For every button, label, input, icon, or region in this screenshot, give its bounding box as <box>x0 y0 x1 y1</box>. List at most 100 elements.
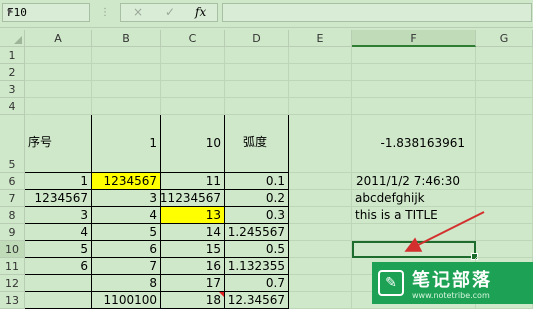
cell-E12[interactable] <box>289 275 352 292</box>
cell-A2[interactable] <box>25 64 92 81</box>
cell-G2[interactable] <box>476 64 533 81</box>
cell-C3[interactable] <box>161 81 225 98</box>
cell-F5[interactable]: -1.838163961 <box>352 115 476 173</box>
cell-B5[interactable]: 1 <box>92 115 161 173</box>
cell-F10[interactable] <box>352 241 478 260</box>
cell-A13[interactable] <box>25 292 92 309</box>
cell-B2[interactable] <box>92 64 161 81</box>
row-header-5[interactable]: 5 <box>0 115 25 173</box>
formula-input[interactable] <box>222 3 532 22</box>
cell-E9[interactable] <box>289 224 352 241</box>
cell-D8[interactable]: 0.3 <box>225 207 289 224</box>
cell-D7[interactable]: 0.2 <box>225 190 289 207</box>
row-header-2[interactable]: 2 <box>0 64 25 81</box>
cell-E6[interactable] <box>289 173 352 190</box>
cell-D9[interactable]: 1.245567 <box>225 224 289 241</box>
cell-G4[interactable] <box>476 98 533 115</box>
row-header-10[interactable]: 10 <box>0 241 25 258</box>
row-header-13[interactable]: 13 <box>0 292 25 309</box>
cell-C13[interactable]: 18 <box>161 292 225 309</box>
row-header-8[interactable]: 8 <box>0 207 25 224</box>
cell-A7[interactable]: 1234567 <box>25 190 92 207</box>
cell-F2[interactable] <box>352 64 476 81</box>
cell-F8[interactable]: this is a TITLE <box>352 207 476 224</box>
cell-E8[interactable] <box>289 207 352 224</box>
column-header-A[interactable]: A <box>25 30 92 47</box>
cell-B4[interactable] <box>92 98 161 115</box>
cell-F7[interactable]: abcdefghijk <box>352 190 476 207</box>
cell-A4[interactable] <box>25 98 92 115</box>
cell-B11[interactable]: 7 <box>92 258 161 275</box>
cancel-icon[interactable]: × <box>133 5 143 19</box>
cell-E1[interactable] <box>289 47 352 64</box>
chevron-down-icon[interactable]: ▼ <box>7 7 86 16</box>
cell-B8[interactable]: 4 <box>92 207 161 224</box>
cell-A12[interactable] <box>25 275 92 292</box>
cell-B3[interactable] <box>92 81 161 98</box>
cell-B10[interactable]: 6 <box>92 241 161 258</box>
cell-A10[interactable]: 5 <box>25 241 92 258</box>
column-header-G[interactable]: G <box>476 30 533 47</box>
cell-D5[interactable]: 弧度 <box>225 115 289 173</box>
cell-A9[interactable]: 4 <box>25 224 92 241</box>
cell-A1[interactable] <box>25 47 92 64</box>
cell-C1[interactable] <box>161 47 225 64</box>
row-header-6[interactable]: 6 <box>0 173 25 190</box>
cell-E7[interactable] <box>289 190 352 207</box>
cell-C7[interactable]: 11234567 <box>160 190 225 207</box>
cell-E3[interactable] <box>289 81 352 98</box>
row-header-11[interactable]: 11 <box>0 258 25 275</box>
cell-E2[interactable] <box>289 64 352 81</box>
cell-B9[interactable]: 5 <box>92 224 161 241</box>
cell-D6[interactable]: 0.1 <box>225 173 289 190</box>
select-all-corner[interactable] <box>0 30 25 47</box>
name-box[interactable]: F10 ▼ <box>2 3 90 22</box>
cell-C10[interactable]: 15 <box>161 241 225 258</box>
cell-D3[interactable] <box>225 81 289 98</box>
cell-B12[interactable]: 8 <box>92 275 161 292</box>
row-header-1[interactable]: 1 <box>0 47 25 64</box>
cell-G6[interactable] <box>476 173 533 190</box>
cell-D11[interactable]: 1.132355 <box>225 258 289 275</box>
cell-C6[interactable]: 11 <box>161 173 225 190</box>
column-header-D[interactable]: D <box>225 30 289 47</box>
cell-A6[interactable]: 1 <box>25 173 92 190</box>
cell-C9[interactable]: 14 <box>161 224 225 241</box>
cell-A8[interactable]: 3 <box>25 207 92 224</box>
cell-B7[interactable]: 3 <box>92 190 161 207</box>
cell-F3[interactable] <box>352 81 476 98</box>
cell-E10[interactable] <box>289 241 352 258</box>
cell-C12[interactable]: 17 <box>161 275 225 292</box>
cell-B6[interactable]: 1234567 <box>92 173 161 190</box>
insert-function-icon[interactable]: fx <box>195 5 206 19</box>
column-header-E[interactable]: E <box>289 30 352 47</box>
row-header-7[interactable]: 7 <box>0 190 25 207</box>
column-header-F[interactable]: F <box>352 30 476 47</box>
cell-C4[interactable] <box>161 98 225 115</box>
cell-D13[interactable]: 12.34567 <box>225 292 289 309</box>
cell-D4[interactable] <box>225 98 289 115</box>
cell-A3[interactable] <box>25 81 92 98</box>
cell-G1[interactable] <box>476 47 533 64</box>
cell-G5[interactable] <box>476 115 533 173</box>
cell-E4[interactable] <box>289 98 352 115</box>
cell-B13[interactable]: 1100100 <box>92 292 161 309</box>
row-header-4[interactable]: 4 <box>0 98 25 115</box>
cell-G7[interactable] <box>476 190 533 207</box>
row-header-9[interactable]: 9 <box>0 224 25 241</box>
cell-F6[interactable]: 2011/1/2 7:46:30 <box>352 173 476 190</box>
cell-G8[interactable] <box>476 207 533 224</box>
cell-C5[interactable]: 10 <box>161 115 225 173</box>
column-header-C[interactable]: C <box>161 30 225 47</box>
cell-B1[interactable] <box>92 47 161 64</box>
cell-E5[interactable] <box>289 115 352 173</box>
cell-D12[interactable]: 0.7 <box>225 275 289 292</box>
column-header-B[interactable]: B <box>92 30 161 47</box>
cell-F1[interactable] <box>352 47 476 64</box>
cell-E11[interactable] <box>289 258 352 275</box>
cell-G3[interactable] <box>476 81 533 98</box>
cell-A11[interactable]: 6 <box>25 258 92 275</box>
cell-C2[interactable] <box>161 64 225 81</box>
row-header-3[interactable]: 3 <box>0 81 25 98</box>
cell-G10[interactable] <box>476 241 533 258</box>
